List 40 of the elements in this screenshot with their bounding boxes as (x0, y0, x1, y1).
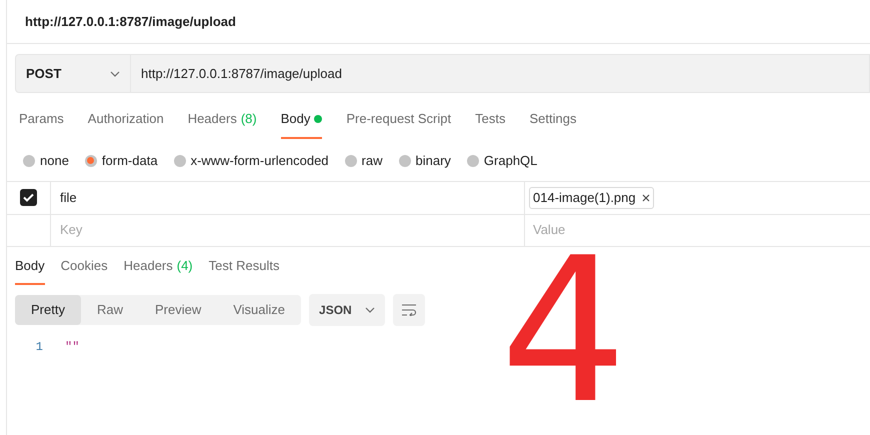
tab[interactable]: Params (19, 109, 64, 138)
tab[interactable]: Test Results (208, 256, 280, 285)
key-cell-text: file (60, 188, 77, 207)
wrap-lines-icon (401, 304, 418, 316)
url-field[interactable]: http://127.0.0.1:8787/image/upload (131, 54, 870, 93)
radio-option[interactable]: none (23, 150, 69, 170)
count-label: (4) (176, 256, 193, 275)
caret-icon (110, 70, 120, 76)
value-field[interactable]: Value (529, 220, 870, 240)
view-mode-button[interactable]: Pretty (15, 295, 81, 325)
tab[interactable]: Cookies (60, 256, 108, 285)
tab[interactable]: Authorization (88, 109, 164, 138)
view-mode-button[interactable]: Visualize (217, 295, 302, 325)
tab[interactable]: Pre-request Script (346, 109, 452, 138)
method-dropdown[interactable]: POST (15, 54, 131, 93)
count-label: (8) (240, 110, 257, 128)
wrap-button[interactable] (393, 294, 426, 326)
tab[interactable]: Body (280, 109, 322, 138)
caret-icon (365, 307, 376, 313)
tab[interactable]: Tests (475, 109, 506, 138)
view-mode-button[interactable]: Raw (80, 295, 139, 325)
tab[interactable]: Body (15, 256, 45, 285)
view-mode-button[interactable]: Preview (138, 295, 218, 325)
code-line: "" (65, 339, 80, 356)
tab[interactable]: Headers (4) (124, 256, 193, 285)
window-title: http://127.0.0.1:8787/image/upload (25, 12, 236, 31)
tab[interactable]: Headers (8) (188, 109, 257, 138)
check-icon (23, 193, 34, 202)
line-number: 1 (34, 339, 43, 356)
radio-option[interactable]: binary (398, 150, 451, 170)
radio-option[interactable]: form-data (84, 150, 158, 170)
radio-option[interactable]: raw (344, 150, 382, 170)
close-icon[interactable] (642, 194, 650, 202)
key-field[interactable]: Key (60, 220, 524, 240)
tab[interactable]: Settings (529, 109, 576, 138)
radio-option[interactable]: GraphQL (466, 150, 538, 170)
radio-option[interactable]: x-www-form-urlencoded (174, 150, 329, 170)
file-chip[interactable]: 014-image(1).png (529, 186, 654, 208)
format-dropdown[interactable]: JSON (309, 294, 386, 326)
checkbox[interactable] (20, 189, 37, 206)
